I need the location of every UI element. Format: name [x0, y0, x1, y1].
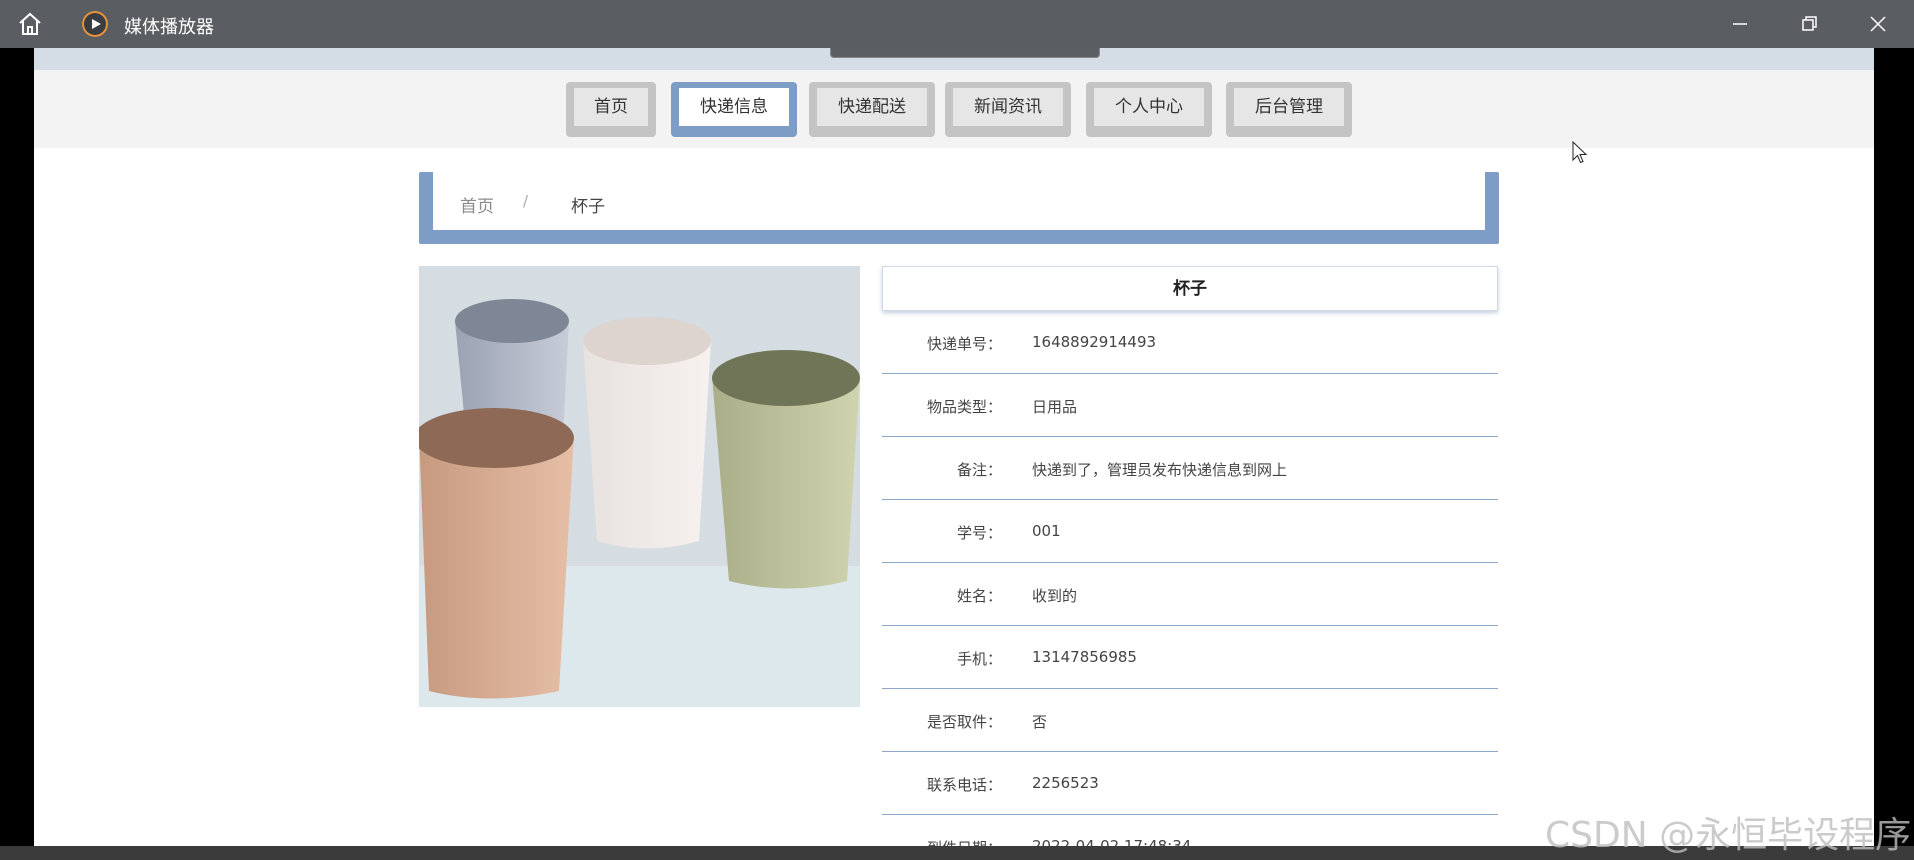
nav-item-label: 快递配送	[817, 88, 927, 126]
detail-label: 备注：	[956, 461, 1002, 479]
nav-item-admin[interactable]: 后台管理	[1226, 82, 1352, 137]
detail-row: 快递单号： 1648892914493	[882, 311, 1498, 374]
home-icon[interactable]	[16, 10, 44, 38]
detail-label: 到件日期：	[927, 837, 1002, 846]
detail-value: 1648892914493	[1032, 333, 1157, 351]
detail-row: 到件日期： 2022-04-02 17:48:34	[882, 815, 1498, 846]
detail-row: 联系电话： 2256523	[882, 752, 1498, 815]
detail-row: 备注： 快递到了，管理员发布快递信息到网上	[882, 437, 1498, 500]
breadcrumb-home-link[interactable]: 首页	[460, 192, 494, 217]
detail-title: 杯子	[882, 266, 1498, 311]
main-nav: 首页 快递信息 快递配送 新闻资讯 个人中心 后台管理	[34, 70, 1874, 148]
window-titlebar: 媒体播放器	[0, 0, 1914, 48]
nav-item-express-delivery[interactable]: 快递配送	[809, 82, 935, 137]
nav-item-label: 个人中心	[1094, 88, 1204, 126]
product-image	[419, 266, 860, 707]
nav-item-label: 新闻资讯	[953, 88, 1063, 126]
nav-item-express-info[interactable]: 快递信息	[671, 82, 797, 137]
breadcrumb-separator: /	[523, 192, 529, 210]
detail-value: 2022-04-02 17:48:34	[1032, 837, 1192, 846]
close-icon[interactable]	[1864, 10, 1892, 38]
detail-value: 13147856985	[1032, 648, 1137, 666]
detail-value: 日用品	[1032, 398, 1078, 416]
detail-row: 是否取件： 否	[882, 689, 1498, 752]
detail-label: 姓名：	[956, 587, 1002, 605]
detail-value: 001	[1032, 522, 1061, 540]
detail-value: 收到的	[1032, 587, 1078, 605]
watermark: CSDN @永恒毕设程序	[1545, 815, 1912, 856]
nav-item-label: 首页	[574, 88, 648, 126]
detail-label: 学号：	[956, 524, 1002, 542]
site-title: 校园快递配送系统	[830, 48, 1100, 58]
detail-row: 学号： 001	[882, 500, 1498, 563]
detail-label: 快递单号：	[926, 335, 1002, 353]
mouse-cursor-icon	[1572, 140, 1588, 169]
detail-label: 是否取件：	[926, 713, 1002, 731]
minimize-icon[interactable]	[1726, 10, 1754, 38]
detail-row: 姓名： 收到的	[882, 563, 1498, 626]
media-player-logo-icon	[82, 11, 108, 37]
detail-table: 快递单号： 1648892914493 物品类型： 日用品 备注： 快递到了，管…	[882, 311, 1498, 846]
nav-item-news[interactable]: 新闻资讯	[945, 82, 1071, 137]
nav-item-personal-center[interactable]: 个人中心	[1086, 82, 1212, 137]
detail-label: 手机：	[956, 650, 1002, 668]
detail-value: 2256523	[1032, 774, 1099, 792]
web-page: 校园快递配送系统 首页 快递信息 快递配送 新闻资讯 个人中心 后台管理 首页 …	[34, 48, 1874, 846]
cups-illustration	[419, 266, 860, 707]
nav-item-label: 快递信息	[679, 88, 789, 126]
detail-value: 否	[1032, 713, 1048, 731]
detail-value: 快递到了，管理员发布快递信息到网上	[1032, 461, 1288, 479]
restore-icon[interactable]	[1795, 10, 1823, 38]
detail-label: 联系电话：	[926, 776, 1002, 794]
breadcrumb-current: 杯子	[571, 197, 605, 217]
breadcrumb: 首页 / 杯子	[419, 172, 1499, 244]
detail-row: 手机： 13147856985	[882, 626, 1498, 689]
nav-item-label: 后台管理	[1234, 88, 1344, 126]
detail-label: 物品类型：	[926, 398, 1002, 416]
nav-item-home[interactable]: 首页	[566, 82, 656, 137]
breadcrumb-inner: 首页 / 杯子	[433, 172, 1485, 230]
app-title: 媒体播放器	[124, 17, 214, 38]
detail-row: 物品类型： 日用品	[882, 374, 1498, 437]
